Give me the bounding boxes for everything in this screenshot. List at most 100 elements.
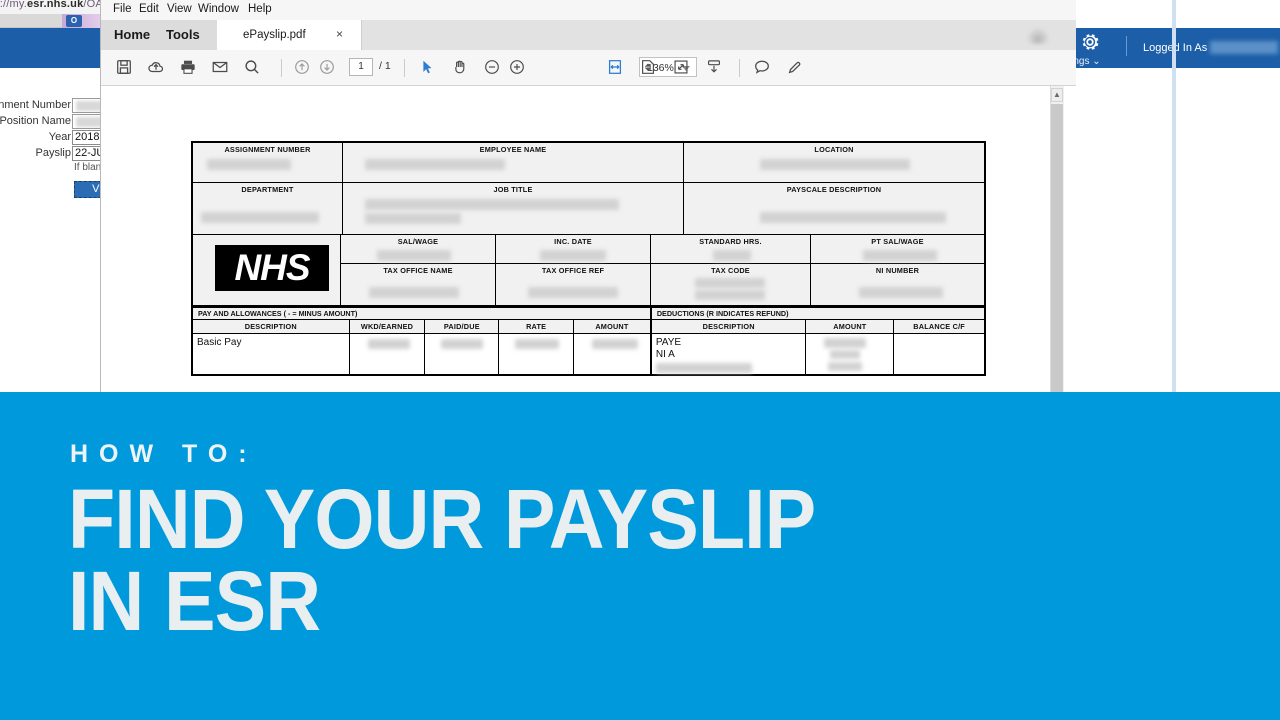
select-tool-icon[interactable]	[418, 58, 436, 81]
department-header: DEPARTMENT	[241, 185, 294, 194]
search-icon[interactable]	[243, 58, 261, 81]
pay-description-value: Basic Pay	[197, 337, 242, 348]
menu-edit[interactable]: Edit	[139, 3, 159, 15]
position-name-label: Position Name	[0, 115, 71, 127]
payslip-row-column-headers: DESCRIPTION WKD/EARNED PAID/DUE RATE AMO…	[193, 320, 985, 334]
deduction-description-header: DESCRIPTION	[702, 322, 755, 331]
tax-code-value-line2	[695, 290, 765, 300]
col-pay-description: DESCRIPTION	[193, 320, 350, 334]
payslip-row-amounts: Basic Pay PAYE NI A	[193, 334, 985, 374]
payslip-row-salary: NHS SAL/WAGE INC. DATE STANDARD HRS. PT …	[193, 235, 984, 305]
deduction-amount-paye	[824, 338, 867, 348]
pay-allowances-title: PAY AND ALLOWANCES ( - = MINUS AMOUNT)	[198, 309, 358, 318]
job-title-value-line1	[365, 199, 619, 210]
scroll-mode-icon[interactable]	[705, 58, 723, 81]
deductions-title-cell: DEDUCTIONS (R INDICATES REFUND)	[651, 308, 984, 320]
fit-width-icon[interactable]	[606, 58, 624, 81]
banner-title-line-1: FIND YOUR PAYSLIP	[68, 472, 816, 566]
pay-description-header: DESCRIPTION	[244, 322, 297, 331]
previous-page-icon[interactable]	[293, 58, 311, 81]
highlight-icon[interactable]	[786, 58, 804, 81]
pay-allowances-title-cell: PAY AND ALLOWANCES ( - = MINUS AMOUNT)	[193, 308, 652, 320]
toolbar-divider-2	[404, 59, 405, 77]
job-title-value-line2	[365, 213, 461, 224]
save-icon[interactable]	[115, 58, 133, 81]
close-icon[interactable]: ×	[336, 28, 343, 40]
tab-tools[interactable]: Tools	[166, 27, 200, 42]
zoom-in-icon[interactable]	[508, 58, 526, 81]
cell-payscale-description: PAYSCALE DESCRIPTION	[684, 183, 984, 235]
tab-document[interactable]: ePayslip.pdf ×	[217, 20, 362, 50]
cell-tax-office-name: TAX OFFICE NAME	[341, 264, 496, 305]
deductions-title: DEDUCTIONS (R INDICATES REFUND)	[656, 309, 789, 318]
cell-balance-cf	[894, 334, 985, 374]
upload-cloud-icon[interactable]	[147, 58, 165, 81]
tax-office-ref-header: TAX OFFICE REF	[541, 266, 605, 275]
deduction-description-paye: PAYE	[655, 337, 682, 348]
form-row-actions: Vie	[0, 178, 126, 200]
payslip-row-role: DEPARTMENT JOB TITLE PAYSCALE DESCRIPTIO…	[193, 183, 984, 235]
cell-inc-date: INC. DATE	[496, 235, 651, 264]
menu-window[interactable]: Window	[198, 3, 239, 15]
expand-icon[interactable]	[672, 58, 690, 81]
form-row-year: Year 2018	[0, 130, 132, 145]
pdf-page-canvas[interactable]: ASSIGNMENT NUMBER EMPLOYEE NAME LOCATION	[101, 86, 1061, 392]
ni-number-value	[859, 287, 943, 298]
scrollbar-thumb[interactable]	[1051, 104, 1063, 392]
paid-due-header: PAID/DUE	[443, 322, 480, 331]
pdf-reader-window: File Edit View Window Help Home Tools eP…	[100, 0, 1176, 392]
tax-code-header: TAX CODE	[711, 266, 750, 275]
pdf-home-tools-group: Home Tools	[101, 20, 217, 50]
fit-page-icon[interactable]	[639, 58, 657, 81]
chevron-down-icon: ⌄	[1092, 56, 1101, 67]
department-value	[201, 212, 319, 223]
menu-help[interactable]: Help	[248, 3, 272, 15]
form-hint-text: If blan	[74, 162, 102, 173]
deduction-amount-extra	[828, 362, 863, 371]
email-icon[interactable]	[211, 58, 229, 81]
deduction-description-extra	[655, 363, 752, 373]
cell-deduction-descriptions: PAYE NI A	[651, 334, 807, 374]
cell-sal-wage: SAL/WAGE	[341, 235, 496, 264]
paid-due-value	[441, 339, 484, 349]
avatar[interactable]	[1027, 28, 1049, 44]
cell-tax-code: TAX CODE	[651, 264, 811, 305]
payscale-description-value	[760, 212, 946, 223]
menu-view[interactable]: View	[167, 3, 192, 15]
pdf-window-right-edge	[1172, 0, 1176, 392]
gear-icon[interactable]	[1078, 30, 1102, 54]
employee-name-value	[365, 159, 505, 170]
tab-home[interactable]: Home	[114, 27, 150, 42]
assignment-number-value	[207, 159, 291, 170]
scroll-up-icon[interactable]: ▲	[1051, 88, 1063, 102]
comment-icon[interactable]	[753, 58, 771, 81]
job-title-header: JOB TITLE	[493, 185, 533, 194]
pdf-tab-bar: Home Tools ePayslip.pdf ×	[101, 20, 1076, 50]
nhs-logo: NHS	[215, 245, 329, 291]
tax-code-value-line1	[695, 278, 765, 288]
screenshot-root: s://my.esr.nhs.uk/OA_H O ettings ⌄ Logge…	[0, 0, 1280, 720]
cell-ni-number: NI NUMBER	[811, 264, 984, 305]
cell-department: DEPARTMENT	[193, 183, 343, 235]
next-page-icon[interactable]	[318, 58, 336, 81]
deduction-amount-ni	[830, 350, 861, 359]
banner-title-line-2: IN ESR	[68, 554, 321, 649]
deduction-amount-header: AMOUNT	[833, 322, 867, 331]
cell-pay-description: Basic Pay	[193, 334, 350, 374]
rate-value	[515, 339, 560, 349]
year-label: Year	[48, 131, 71, 143]
standard-hrs-header: STANDARD HRS.	[699, 237, 762, 246]
cell-job-title: JOB TITLE	[343, 183, 684, 235]
hand-tool-icon[interactable]	[451, 58, 469, 81]
balance-cf-header: BALANCE C/F	[913, 322, 965, 331]
tax-office-name-header: TAX OFFICE NAME	[383, 266, 453, 275]
menu-file[interactable]: File	[113, 3, 132, 15]
payslip-row-tax: TAX OFFICE NAME TAX OFFICE REF TAX CODE	[341, 264, 984, 305]
page-number-input[interactable]: 1	[349, 58, 373, 76]
outlook-icon: O	[66, 15, 82, 27]
print-icon[interactable]	[179, 58, 197, 81]
payslip-document: ASSIGNMENT NUMBER EMPLOYEE NAME LOCATION	[191, 141, 986, 376]
assignment-number-header: ASSIGNMENT NUMBER	[224, 145, 311, 154]
zoom-out-icon[interactable]	[483, 58, 501, 81]
pdf-canvas-right-gutter	[1064, 86, 1076, 392]
